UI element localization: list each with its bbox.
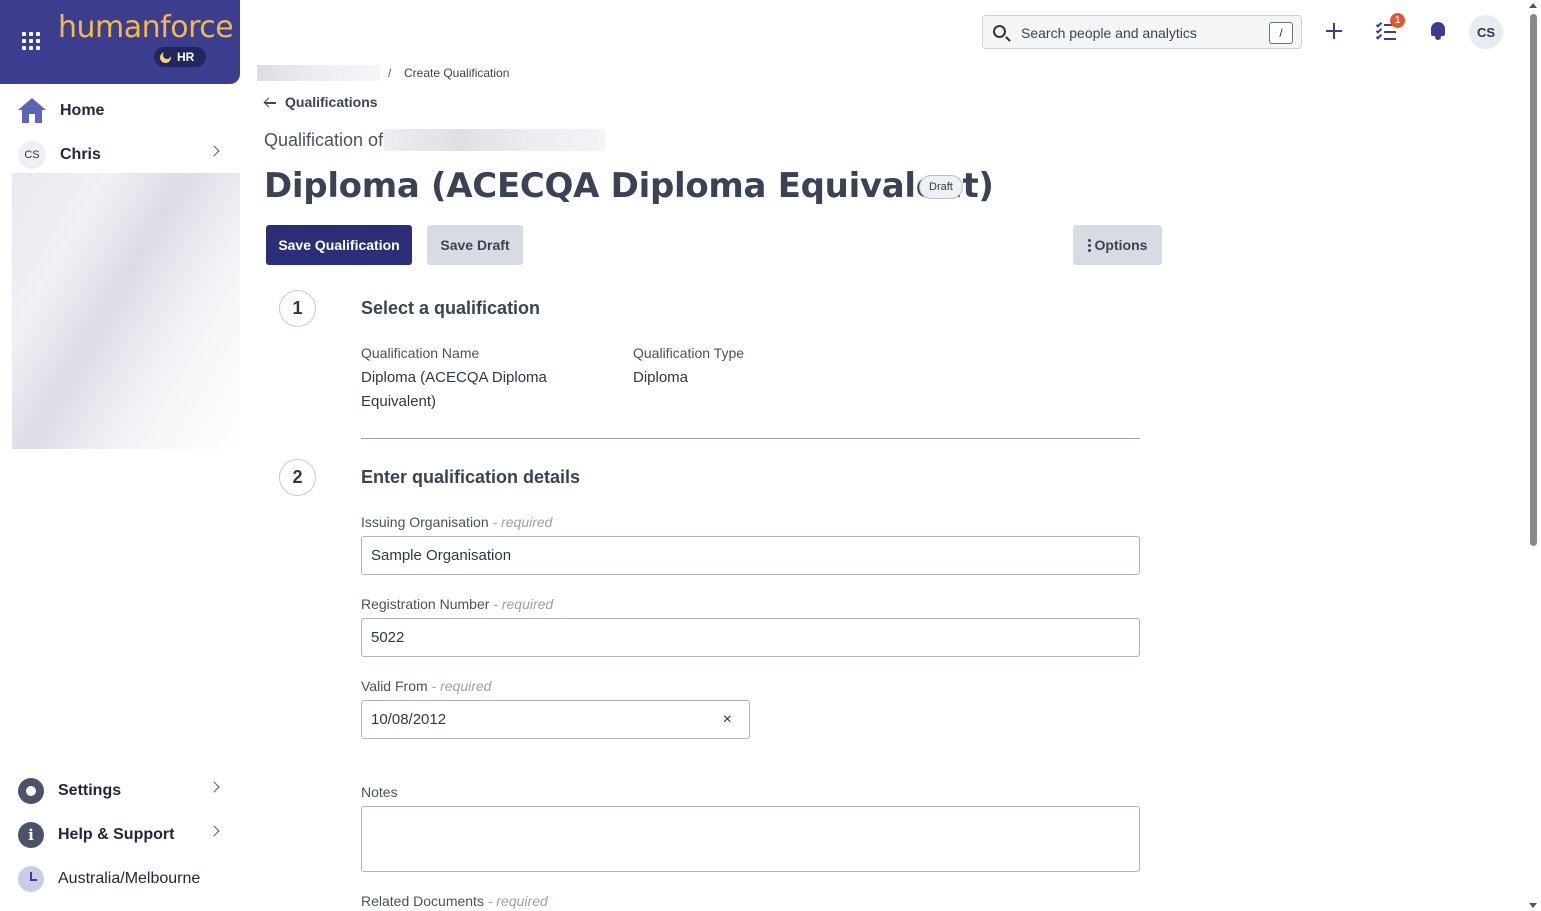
- breadcrumb-redacted[interactable]: [257, 65, 380, 81]
- page-title: Diploma (ACECQA Diploma Equivalent): [264, 166, 994, 206]
- notes-label: Notes: [361, 784, 398, 800]
- gear-icon: [15, 775, 47, 807]
- apps-grid-icon[interactable]: [22, 32, 40, 50]
- clear-icon[interactable]: ×: [723, 711, 732, 729]
- issuing-organisation-field[interactable]: Sample Organisation: [361, 536, 1140, 575]
- qualification-type-value: Diploma: [633, 369, 689, 386]
- step-number: 1: [279, 290, 316, 327]
- qualification-name-label: Qualification Name: [361, 345, 480, 361]
- moon-icon: [160, 50, 171, 63]
- options-label: Options: [1094, 237, 1148, 253]
- issuing-organisation-label: Issuing Organisation - required: [361, 514, 552, 530]
- section-divider: [361, 438, 1140, 439]
- registration-number-label: Registration Number - required: [361, 596, 553, 612]
- search-placeholder: Search people and analytics: [1021, 25, 1197, 41]
- sidebar-item-label: Settings: [58, 782, 122, 799]
- required-hint: - required: [493, 596, 554, 612]
- save-draft-button[interactable]: Save Draft: [427, 225, 523, 265]
- qualification-name-line: Diploma (ACECQA Diploma: [361, 369, 547, 386]
- valid-from-value: 10/08/2012: [371, 711, 447, 728]
- search-icon: [993, 25, 1006, 38]
- redacted-name: [384, 129, 605, 151]
- step-number: 2: [279, 459, 316, 496]
- sidebar-item-home[interactable]: Home: [18, 96, 224, 126]
- related-documents-label: Related Documents - required: [361, 893, 548, 909]
- info-icon: i: [18, 822, 44, 848]
- field-label-text: Related Documents: [361, 893, 484, 909]
- qualification-name-value: Diploma (ACECQA Diploma Equivalent): [361, 366, 547, 414]
- sidebar-item-label: Help & Support: [58, 826, 175, 843]
- chevron-right-icon: [208, 781, 220, 793]
- step-title: Select a qualification: [361, 298, 541, 318]
- chevron-right-icon: [208, 145, 220, 157]
- timezone-label: Australia/Melbourne: [58, 870, 201, 887]
- user-avatar[interactable]: CS: [1469, 15, 1503, 49]
- redacted-navigation: [12, 173, 240, 449]
- search-shortcut-key: /: [1269, 22, 1293, 44]
- logo[interactable]: humanforce: [58, 10, 234, 45]
- scroll-thumb[interactable]: [1530, 14, 1537, 546]
- breadcrumb-separator: /: [388, 66, 392, 80]
- scroll-down-icon[interactable]: [1529, 903, 1537, 908]
- sidebar-item-chris[interactable]: CS Chris: [18, 140, 224, 170]
- clock-icon: [18, 866, 44, 892]
- required-hint: - required: [487, 893, 548, 909]
- bell-icon[interactable]: [1429, 22, 1447, 40]
- step-title: Enter qualification details: [361, 467, 581, 487]
- required-hint: - required: [492, 514, 553, 530]
- valid-from-label: Valid From - required: [361, 678, 491, 694]
- options-button[interactable]: Options: [1073, 225, 1162, 265]
- valid-from-date-field[interactable]: 10/08/2012 ×: [361, 700, 750, 739]
- sidebar: humanforce HR Home CS Chris Settings i H…: [0, 0, 242, 911]
- chevron-right-icon: [208, 825, 220, 837]
- page-subtitle: Qualification of: [264, 130, 384, 150]
- product-badge: HR: [154, 47, 206, 67]
- task-count-badge: 1: [1390, 13, 1405, 28]
- scroll-up-icon[interactable]: [1529, 3, 1537, 8]
- save-qualification-button[interactable]: Save Qualification: [266, 225, 412, 265]
- status-badge: Draft: [919, 175, 963, 199]
- sidebar-item-label: Home: [60, 102, 105, 119]
- sidebar-item-timezone[interactable]: Australia/Melbourne: [18, 864, 224, 894]
- brand-header: humanforce HR: [0, 0, 240, 84]
- kebab-icon: [1087, 238, 1091, 252]
- back-link[interactable]: Qualifications: [264, 94, 378, 110]
- sidebar-item-help[interactable]: i Help & Support: [18, 820, 224, 850]
- registration-number-field[interactable]: 5022: [361, 618, 1140, 657]
- product-badge-label: HR: [177, 50, 195, 64]
- breadcrumb-current: Create Qualification: [404, 66, 510, 80]
- add-icon[interactable]: [1324, 21, 1344, 41]
- home-icon: [18, 98, 46, 124]
- field-label-text: Registration Number: [361, 596, 490, 612]
- avatar: CS: [18, 141, 46, 169]
- field-label-text: Valid From: [361, 678, 428, 694]
- qualification-name-line: Equivalent): [361, 393, 437, 410]
- sidebar-item-settings[interactable]: Settings: [15, 775, 224, 807]
- qualification-type-label: Qualification Type: [633, 345, 745, 361]
- back-link-label: Qualifications: [285, 94, 378, 110]
- arrow-left-icon: [264, 96, 276, 108]
- scrollbar[interactable]: [1526, 0, 1541, 911]
- required-hint: - required: [431, 678, 492, 694]
- sidebar-item-label: Chris: [60, 146, 101, 163]
- notes-textarea[interactable]: [361, 806, 1140, 872]
- search-input[interactable]: Search people and analytics /: [982, 15, 1302, 49]
- field-label-text: Issuing Organisation: [361, 514, 489, 530]
